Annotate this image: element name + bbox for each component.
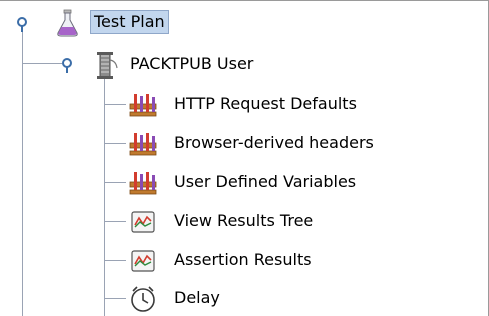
- tree-line-child-1: [104, 104, 126, 105]
- tree-line-child-6: [104, 298, 126, 299]
- tree-line-child-4: [104, 221, 126, 222]
- tree-line-root-to-user: [22, 63, 62, 64]
- thread-group-spool-icon: [97, 52, 118, 79]
- test-plan-flask-icon: [57, 9, 78, 37]
- listener-graph-icon: [131, 250, 155, 272]
- assertion-results-label[interactable]: Assertion Results: [172, 249, 314, 271]
- test-plan-label[interactable]: Test Plan: [90, 10, 169, 34]
- thread-group-label[interactable]: PACKTPUB User: [128, 53, 255, 75]
- tree-line-child-2: [104, 143, 126, 144]
- user-defined-variables-label[interactable]: User Defined Variables: [172, 171, 358, 193]
- timer-clock-icon: [131, 286, 155, 312]
- http-request-defaults-label[interactable]: HTTP Request Defaults: [172, 93, 359, 115]
- browser-derived-headers-label[interactable]: Browser-derived headers: [172, 132, 376, 154]
- tree-line-child-5: [104, 260, 126, 261]
- view-results-tree-label[interactable]: View Results Tree: [172, 210, 315, 232]
- tree-line-user: [104, 78, 105, 316]
- config-element-icon: [129, 94, 157, 117]
- expand-handle-icon[interactable]: [58, 55, 76, 73]
- expand-handle-icon[interactable]: [13, 14, 31, 32]
- config-element-icon: [129, 172, 157, 195]
- listener-graph-icon: [131, 211, 155, 233]
- tree-line-child-3: [104, 182, 126, 183]
- test-plan-tree: Test Plan PACKTPUB User HTTP Request Def…: [0, 0, 489, 316]
- delay-timer-label[interactable]: Delay: [172, 287, 222, 309]
- config-element-icon: [129, 133, 157, 156]
- tree-line-root: [22, 28, 23, 316]
